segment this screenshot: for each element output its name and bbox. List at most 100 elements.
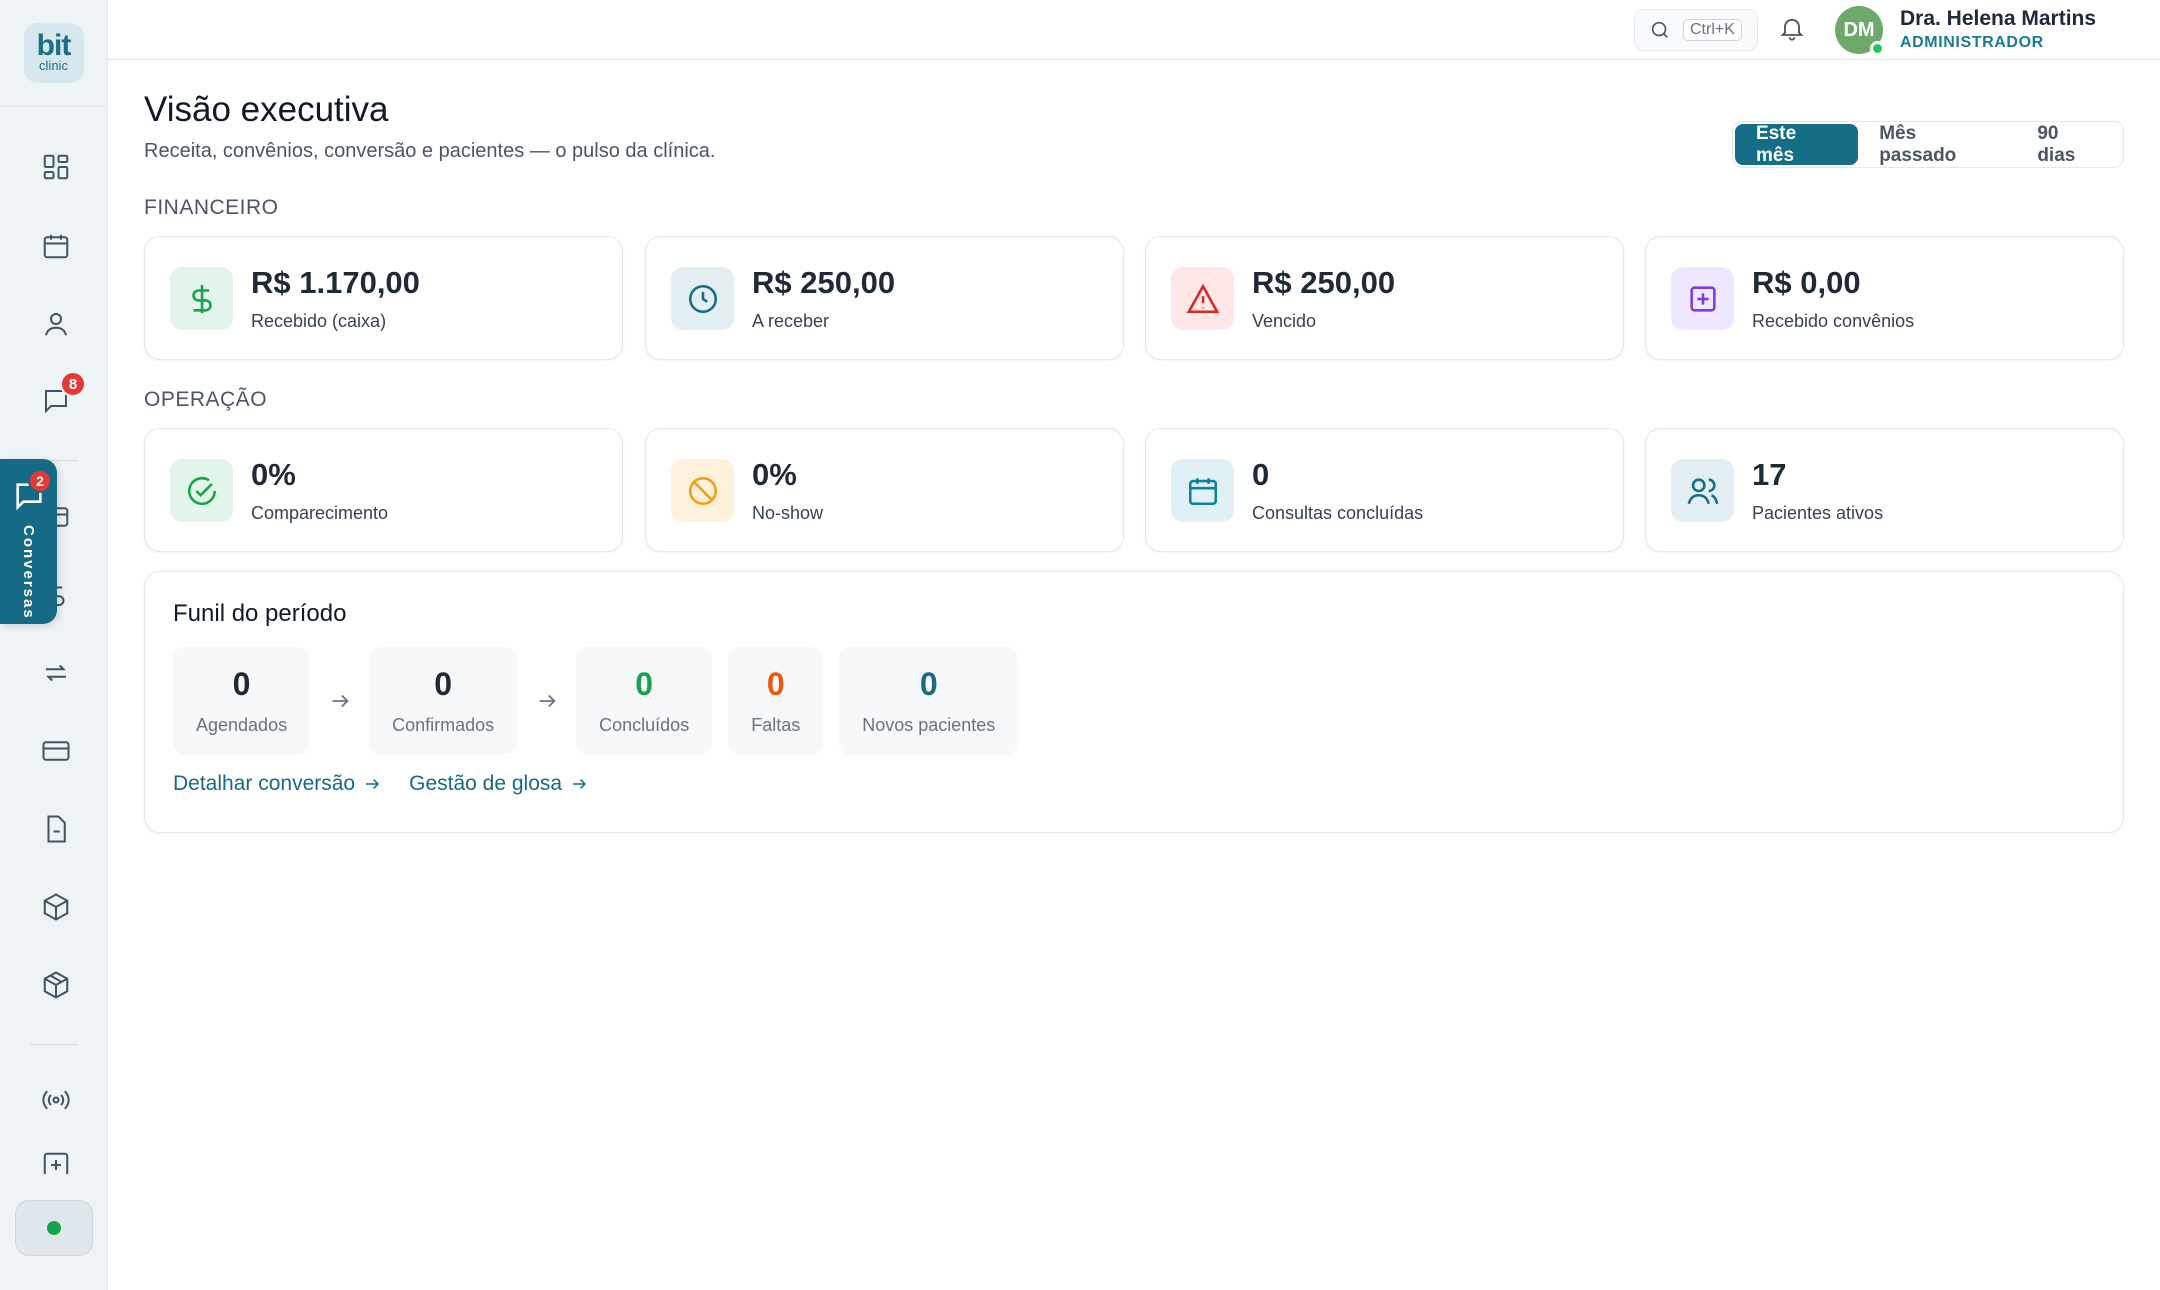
package-icon: [43, 971, 69, 999]
search-icon: [1651, 21, 1668, 38]
kpi-value: R$ 1.170,00: [251, 265, 420, 300]
stage-faltas: 0 Faltas: [728, 647, 824, 755]
nav-agenda[interactable]: [29, 219, 83, 273]
card-icon-bg: [671, 267, 734, 330]
kpi-card-consultas[interactable]: 0 Consultas concluídas: [1145, 428, 1624, 552]
logo-area: bit clinic: [0, 0, 107, 107]
logo[interactable]: bit clinic: [23, 23, 84, 83]
card-icon-bg: [1671, 459, 1734, 522]
nav-pacientes[interactable]: [29, 297, 83, 351]
arrow-right-icon: [332, 694, 349, 708]
arrow-right-icon: [366, 778, 380, 790]
nav-integracoes[interactable]: [29, 1073, 83, 1127]
kpi-value: R$ 0,00: [1752, 265, 1861, 300]
kpi-card-pacientes[interactable]: 17 Pacientes ativos: [1645, 428, 2124, 552]
detalhar-conversao-link[interactable]: Detalhar conversão: [173, 772, 381, 796]
nav-adicionar[interactable]: [29, 1150, 83, 1174]
page-title: Visão executiva: [144, 90, 389, 129]
topbar: Ctrl+K DM Dra. Helena Martins ADMINISTRA…: [108, 0, 2160, 60]
stage-novos-pacientes: 0 Novos pacientes: [839, 647, 1019, 755]
kpi-card-recebido[interactable]: R$ 1.170,00 Recebido (caixa): [144, 236, 623, 360]
calendar-icon: [1188, 477, 1217, 505]
conversas-badge: 2: [28, 469, 52, 493]
avatar-online-dot: [1870, 41, 1885, 56]
status-button[interactable]: [15, 1200, 93, 1256]
card-icon-bg: [1171, 267, 1234, 330]
user-icon: [45, 313, 67, 336]
nav-transferencias[interactable]: [29, 646, 83, 700]
page-subtitle: Receita, convênios, conversão e paciente…: [144, 140, 716, 162]
dollar-icon: [191, 284, 212, 313]
kpi-label: Recebido (caixa): [251, 311, 387, 331]
kpi-value: 0%: [752, 457, 797, 492]
stage-value: 0: [635, 666, 654, 702]
ban-icon: [688, 476, 717, 505]
card-icon-bg: [671, 459, 734, 522]
avatar[interactable]: DM: [1835, 6, 1885, 56]
kpi-label: Vencido: [1252, 311, 1317, 331]
nav-estoque[interactable]: [29, 880, 83, 934]
conversas-label: Conversas: [20, 525, 37, 620]
nav-divider: [30, 1044, 78, 1045]
period-este-mes[interactable]: Este mês: [1735, 123, 1859, 166]
user-name[interactable]: Dra. Helena Martins: [1900, 7, 2096, 31]
nav-mensagens[interactable]: 8: [29, 371, 86, 428]
kpi-label: Consultas concluídas: [1252, 503, 1424, 523]
stage-label: Faltas: [751, 715, 801, 735]
period-90-dias[interactable]: 90 dias: [2016, 123, 2121, 166]
gestao-de-glosa-link[interactable]: Gestão de glosa: [409, 772, 588, 796]
kpi-value: 0%: [251, 457, 296, 492]
nav-documentos[interactable]: [29, 802, 83, 856]
chat-badge: 8: [60, 371, 86, 397]
online-status-dot: [47, 1221, 61, 1235]
kpi-card-no-show[interactable]: 0% No-show: [645, 428, 1124, 552]
kpi-value: R$ 250,00: [752, 265, 896, 300]
arrow-right-icon: [573, 778, 587, 790]
kpi-card-comparecimento[interactable]: 0% Comparecimento: [144, 428, 623, 552]
nav-dashboard[interactable]: [29, 140, 83, 194]
period-mes-passado[interactable]: Mês passado: [1858, 123, 2016, 166]
card-icon-bg: [1671, 267, 1734, 330]
plus-square-icon: [1689, 285, 1716, 312]
search-button[interactable]: Ctrl+K: [1634, 9, 1758, 51]
stage-label: Concluídos: [599, 715, 690, 735]
box-icon: [43, 893, 69, 921]
kpi-card-recebido-convenios[interactable]: R$ 0,00 Recebido convênios: [1645, 236, 2124, 360]
stage-value: 0: [919, 666, 938, 702]
logo-text: bit: [36, 28, 72, 62]
arrow-right-icon: [539, 694, 556, 708]
search-shortcut: Ctrl+K: [1683, 19, 1742, 41]
period-selector: Este mês Mês passado 90 dias: [1732, 121, 2124, 168]
avatar-initials: DM: [1843, 18, 1875, 41]
stage-label: Novos pacientes: [862, 715, 996, 735]
stage-agendados: 0 Agendados: [173, 647, 311, 755]
stage-concluidos: 0 Concluídos: [576, 647, 713, 755]
section-operacao: OPERAÇÃO: [144, 388, 268, 411]
sidebar: bit clinic 8: [0, 0, 108, 1290]
stage-value: 0: [232, 666, 251, 702]
calendar-icon: [43, 234, 69, 259]
stage-label: Confirmados: [392, 715, 495, 735]
kpi-card-a-receber[interactable]: R$ 250,00 A receber: [645, 236, 1124, 360]
conversas-tab[interactable]: 2 Conversas: [0, 459, 57, 624]
card-icon-bg: [170, 459, 233, 522]
funnel-stages: 0 Agendados 0 Confirmados 0 Concluídos 0…: [173, 647, 1019, 755]
clock-icon: [688, 284, 717, 313]
kpi-value: 17: [1752, 457, 1787, 492]
funnel-links: Detalhar conversão Gestão de glosa: [173, 772, 588, 796]
nav-produtos[interactable]: [29, 958, 83, 1012]
user-role: ADMINISTRADOR: [1900, 34, 2044, 51]
warning-icon: [1186, 283, 1219, 313]
logo-subtext: clinic: [39, 57, 68, 73]
funnel-panel: Funil do período 0 Agendados 0 Confirmad…: [144, 571, 2124, 833]
funnel-arrow: [517, 690, 576, 712]
section-financeiro: FINANCEIRO: [144, 196, 279, 219]
plus-square-icon: [43, 1152, 69, 1174]
kpi-value: R$ 250,00: [1252, 265, 1396, 300]
transfer-icon: [46, 664, 66, 682]
notifications-button[interactable]: [1778, 14, 1806, 42]
kpi-card-vencido[interactable]: R$ 250,00 Vencido: [1145, 236, 1624, 360]
card-icon-bg: [1171, 459, 1234, 522]
nav-pagamentos[interactable]: [29, 724, 83, 778]
broadcast-icon: [42, 1090, 70, 1110]
